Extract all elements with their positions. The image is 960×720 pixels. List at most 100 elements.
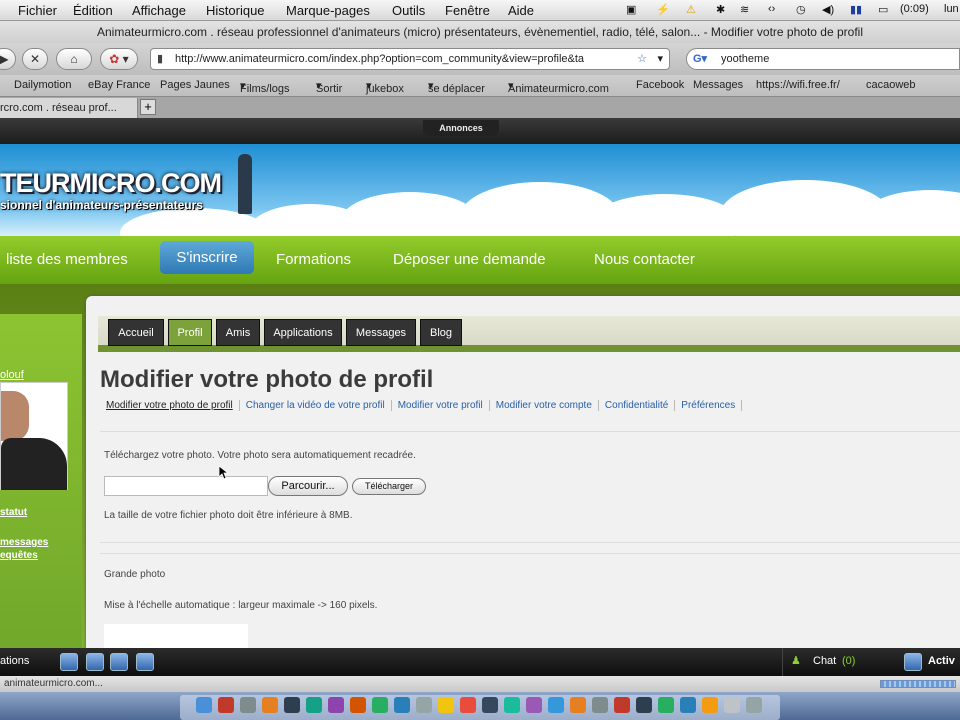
- tab-messages[interactable]: Messages: [346, 319, 416, 346]
- friends-icon[interactable]: [86, 653, 104, 671]
- app-icon[interactable]: [240, 697, 256, 713]
- notifications-label[interactable]: ations: [0, 655, 29, 667]
- bookmark-animateurmicro[interactable]: Animateurmicro.com ▾: [508, 79, 609, 95]
- profile-name-link[interactable]: olouf: [0, 369, 24, 381]
- search-input[interactable]: G▾ yootheme: [686, 48, 960, 70]
- menu-fichier[interactable]: Fichier: [18, 3, 57, 18]
- menu-marque-pages[interactable]: Marque-pages: [286, 3, 370, 18]
- bookmark-cacaoweb[interactable]: cacaoweb: [866, 79, 916, 91]
- new-tab-button[interactable]: +: [140, 99, 156, 115]
- avatar[interactable]: [0, 382, 68, 490]
- app-icon[interactable]: [724, 697, 740, 713]
- nav-formations[interactable]: Formations: [276, 251, 351, 268]
- app-icon[interactable]: [394, 697, 410, 713]
- messages-link[interactable]: messages: [0, 537, 48, 548]
- star-icon[interactable]: ☆: [637, 49, 647, 69]
- app-icon[interactable]: [328, 697, 344, 713]
- mail-icon[interactable]: [136, 653, 154, 671]
- app-icon[interactable]: [482, 697, 498, 713]
- trash-icon[interactable]: [746, 697, 762, 713]
- app-icon[interactable]: [636, 697, 652, 713]
- bookmark-jukebox[interactable]: jukebox ▾: [366, 79, 404, 95]
- bookmark-messages[interactable]: Messages: [693, 79, 743, 91]
- menu-edition[interactable]: Édition: [73, 3, 113, 18]
- bluetooth-icon[interactable]: ✱: [716, 3, 725, 16]
- app-icon[interactable]: [306, 697, 322, 713]
- app-icon[interactable]: [702, 697, 718, 713]
- menu-fenetre[interactable]: Fenêtre: [445, 3, 490, 18]
- app-icon[interactable]: [592, 697, 608, 713]
- app-icon[interactable]: [680, 697, 696, 713]
- app-icon[interactable]: [614, 697, 630, 713]
- firefox-icon[interactable]: [350, 697, 366, 713]
- volume-icon[interactable]: ◀): [822, 3, 834, 16]
- bookmark-se-deplacer[interactable]: se déplacer ▾: [428, 79, 485, 95]
- tab-blog[interactable]: Blog: [420, 319, 462, 346]
- app-icon[interactable]: [658, 697, 674, 713]
- status-link[interactable]: statut: [0, 507, 27, 518]
- code-icon[interactable]: ‹›: [768, 3, 775, 15]
- link-change-video[interactable]: Changer la vidéo de votre profil: [239, 400, 392, 411]
- app-icon[interactable]: [218, 697, 234, 713]
- home-button[interactable]: ⌂: [56, 48, 92, 70]
- link-modify-photo[interactable]: Modifier votre photo de profil: [100, 400, 240, 411]
- nav-members[interactable]: liste des membres: [6, 251, 128, 268]
- sync-icon[interactable]: ⚡: [656, 3, 670, 16]
- forward-button[interactable]: ▶: [0, 48, 16, 70]
- link-modify-profile[interactable]: Modifier votre profil: [391, 400, 490, 411]
- ads-toggle[interactable]: Annonces: [423, 120, 499, 136]
- tab-accueil[interactable]: Accueil: [108, 319, 164, 346]
- menu-aide[interactable]: Aide: [508, 3, 534, 18]
- site-logo[interactable]: TEURMICRO.COM: [0, 168, 222, 199]
- menu-historique[interactable]: Historique: [206, 3, 265, 18]
- bookmark-sortir[interactable]: Sortir ▾: [316, 79, 342, 95]
- finder-icon[interactable]: [196, 697, 212, 713]
- stop-button[interactable]: ✕: [22, 48, 48, 70]
- app-icon[interactable]: [504, 697, 520, 713]
- activity-icon[interactable]: [904, 653, 922, 671]
- menu-affichage[interactable]: Affichage: [132, 3, 186, 18]
- app-icon[interactable]: [526, 697, 542, 713]
- link-preferences[interactable]: Préférences: [675, 400, 743, 411]
- tab-active[interactable]: rcro.com . réseau prof...: [0, 98, 138, 118]
- activity-label[interactable]: Activ: [928, 655, 955, 667]
- wifi-icon[interactable]: ≋: [740, 3, 749, 16]
- nav-contact[interactable]: Nous contacter: [594, 251, 695, 268]
- bookmark-films-logs[interactable]: Films/logs ▾: [240, 79, 290, 95]
- app-icon[interactable]: [460, 697, 476, 713]
- flag-fr-icon[interactable]: ▮▮: [850, 3, 862, 16]
- nav-deposer[interactable]: Déposer une demande: [393, 251, 546, 268]
- nav-signup[interactable]: S'inscrire: [160, 241, 254, 274]
- bookmark-wifi-free[interactable]: https://wifi.free.fr/: [756, 79, 840, 91]
- chat-widget[interactable]: ♟ Chat (0): [782, 648, 894, 676]
- link-privacy[interactable]: Confidentialité: [598, 400, 676, 411]
- app-icon[interactable]: [438, 697, 454, 713]
- app-icon[interactable]: [284, 697, 300, 713]
- upload-button[interactable]: Télécharger: [352, 478, 426, 495]
- battery-icon[interactable]: ▭: [878, 3, 888, 16]
- warning-icon[interactable]: ⚠: [686, 3, 696, 16]
- menu-outils[interactable]: Outils: [392, 3, 425, 18]
- app-icon[interactable]: [372, 697, 388, 713]
- addon-button[interactable]: ✿ ▾: [100, 48, 138, 70]
- file-input[interactable]: [104, 476, 268, 496]
- clock-icon[interactable]: ◷: [796, 3, 806, 16]
- tab-amis[interactable]: Amis: [216, 319, 260, 346]
- bookmark-ebay[interactable]: eBay France: [88, 79, 150, 91]
- app-icon[interactable]: [570, 697, 586, 713]
- profile-icon[interactable]: [60, 653, 78, 671]
- requests-link[interactable]: equêtes: [0, 550, 38, 561]
- app-icon[interactable]: [262, 697, 278, 713]
- app-icon[interactable]: [416, 697, 432, 713]
- link-modify-account[interactable]: Modifier votre compte: [489, 400, 599, 411]
- group-icon[interactable]: [110, 653, 128, 671]
- tab-profil[interactable]: Profil: [168, 319, 212, 346]
- bookmark-dailymotion[interactable]: Dailymotion: [14, 79, 71, 91]
- bookmark-pages-jaunes[interactable]: Pages Jaunes: [160, 79, 230, 91]
- chevron-down-icon[interactable]: ▾: [657, 49, 663, 69]
- browse-button[interactable]: Parcourir...: [268, 476, 348, 496]
- camera-icon[interactable]: ▣: [626, 3, 636, 16]
- app-icon[interactable]: [548, 697, 564, 713]
- bookmark-facebook[interactable]: Facebook: [636, 79, 684, 91]
- url-input[interactable]: ▮ http://www.animateurmicro.com/index.ph…: [150, 48, 670, 70]
